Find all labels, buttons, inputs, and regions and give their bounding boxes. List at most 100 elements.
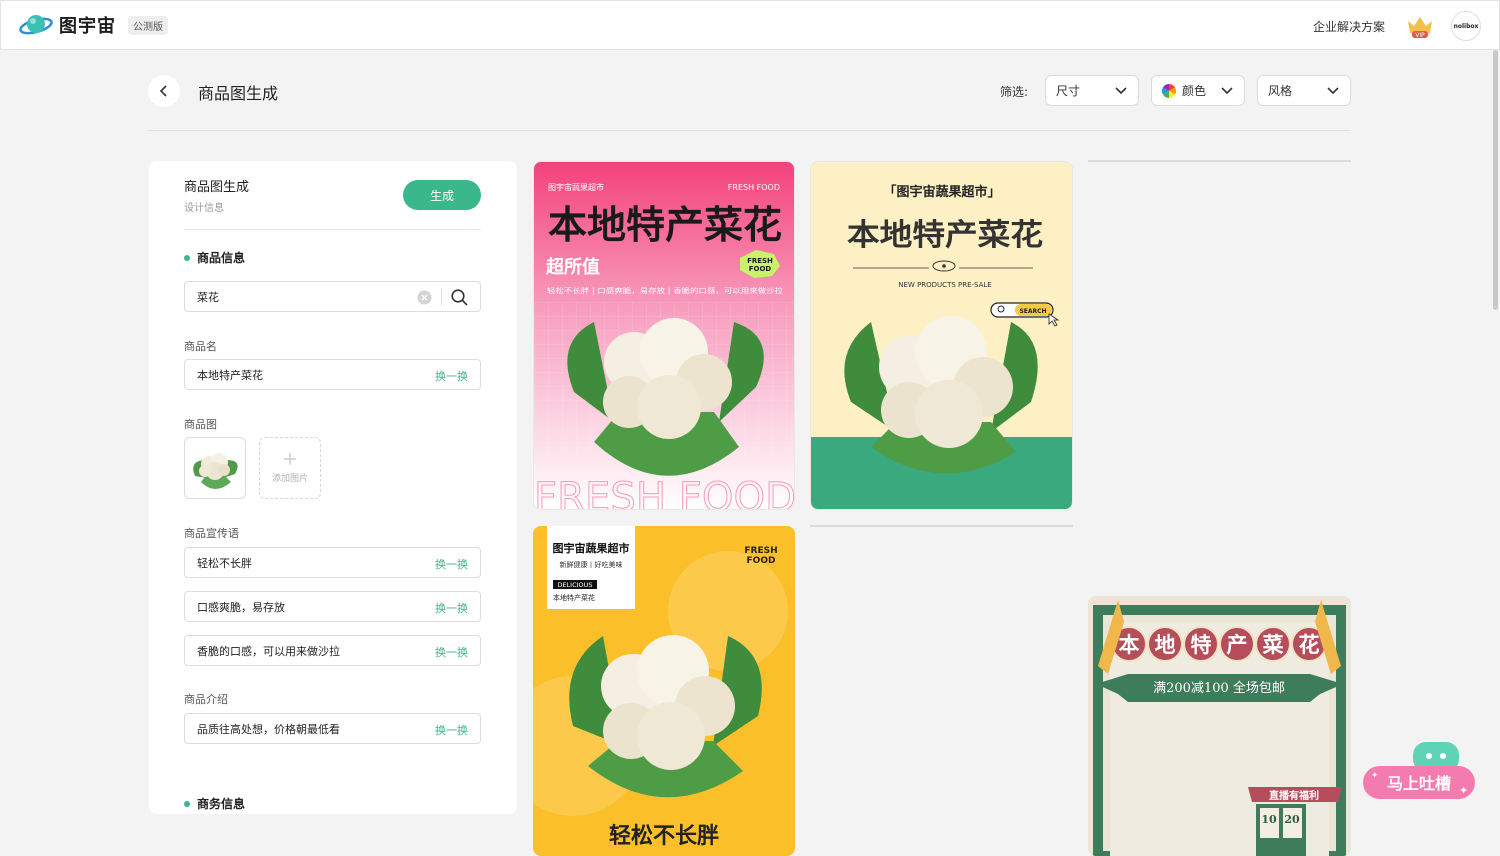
slogan-label: 商品宣传语 <box>184 527 239 540</box>
intro-value: 品质往高处想，价格朝最低看 <box>197 722 340 736</box>
cauliflower-thumbnail-icon <box>193 453 238 489</box>
slogan-field-3[interactable]: 香脆的口感，可以用来做沙拉 换一换 <box>184 635 481 666</box>
svg-text:FRESH: FRESH <box>747 257 773 265</box>
swap-button[interactable]: 换一换 <box>435 600 468 616</box>
card1-sub: 超所值 <box>546 256 600 278</box>
card1-watermark: FRESH FOOD <box>534 475 795 510</box>
swap-button[interactable]: 换一换 <box>435 644 468 660</box>
app-name: 图宇宙 <box>59 16 116 37</box>
card3-tagline: 新鲜健康丨好吃美味 <box>560 560 623 569</box>
clear-icon[interactable] <box>417 290 432 305</box>
panel-subtitle: 设计信息 <box>184 203 224 214</box>
pink-poster: 图宇宙蔬果超市 FRESH FOOD 本地特产菜花 超所值 FRESH FOOD… <box>534 162 795 510</box>
color-filter-select[interactable]: 颜色 <box>1151 75 1245 106</box>
product-search-input[interactable]: 菜花 <box>184 281 481 312</box>
beta-badge: 公测版 <box>128 15 168 35</box>
header-divider <box>148 130 1351 131</box>
generate-button[interactable]: 生成 <box>403 180 481 210</box>
festive-poster: 本 地 特 产 菜 花 满200减100 全场包邮 直播有福利 10 20 <box>1088 596 1351 856</box>
yellow-poster: 图宇宙蔬果超市 新鲜健康丨好吃美味 DELICIOUS 本地特产菜花 FRESH… <box>533 526 795 856</box>
title-char: 特 <box>1191 632 1212 657</box>
product-name-field[interactable]: 本地特产菜花 换一换 <box>184 359 481 390</box>
vip-crown-icon[interactable]: VIP <box>1405 13 1435 39</box>
feedback-button[interactable]: ✦ ✦ 马上吐槽 <box>1363 742 1475 800</box>
title-char: 菜 <box>1262 632 1284 657</box>
card1-desc: 轻松不长胖 | 口感爽脆，易存放 | 香脆的口感，可以用来做沙拉 <box>547 286 783 295</box>
svg-text:FOOD: FOOD <box>747 556 776 566</box>
chevron-down-icon <box>1327 87 1339 95</box>
slogan-field-1[interactable]: 轻松不长胖 换一换 <box>184 547 481 578</box>
feedback-mascot-icon: ✦ ✦ 马上吐槽 <box>1363 742 1475 799</box>
title-char: 地 <box>1155 632 1176 657</box>
swap-button[interactable]: 换一换 <box>435 722 468 738</box>
card2-presale: NEW PRODUCTS PRE-SALE <box>898 281 991 289</box>
loading-placeholder-line <box>810 525 1073 527</box>
section-dot <box>184 254 190 261</box>
color-filter-label: 颜色 <box>1182 84 1207 98</box>
top-bar: 图宇宙 公测版 企业解决方案 VIP nolibox <box>0 0 1500 50</box>
result-card-yellow[interactable]: 图宇宙蔬果超市 新鲜健康丨好吃美味 DELICIOUS 本地特产菜花 FRESH… <box>533 526 795 856</box>
business-info-section-title: 商务信息 <box>184 795 245 812</box>
section-dot <box>184 800 190 807</box>
enterprise-solutions-link[interactable]: 企业解决方案 <box>1313 18 1385 35</box>
chevron-down-icon <box>1115 87 1127 95</box>
vip-label: VIP <box>1415 32 1425 39</box>
card4-banner: 满200减100 全场包邮 <box>1153 680 1285 696</box>
cauliflower-image <box>569 635 762 798</box>
style-filter-select[interactable]: 风格 <box>1257 75 1351 106</box>
intro-label: 商品介绍 <box>184 693 228 706</box>
title-char: 产 <box>1227 632 1248 657</box>
card2-store: 「图宇宙蔬果超市」 <box>883 184 1000 200</box>
card1-tag: FRESH FOOD <box>728 183 780 192</box>
style-filter-label: 风格 <box>1268 84 1293 98</box>
filter-label: 筛选: <box>1000 85 1029 99</box>
search-separator <box>441 288 442 306</box>
result-card-cream[interactable]: 「图宇宙蔬果超市」 本地特产菜花 NEW PRODUCTS PRE-SALE S… <box>810 161 1073 510</box>
result-card-festive[interactable]: 本 地 特 产 菜 花 满200减100 全场包邮 直播有福利 10 20 <box>1088 596 1351 856</box>
card2-headline: 本地特产菜花 <box>847 218 1043 253</box>
plus-icon <box>284 452 296 465</box>
card3-product: 本地特产菜花 <box>553 593 595 602</box>
panel-title: 商品图生成 <box>184 180 250 195</box>
calendar-date: 10 <box>1261 813 1277 826</box>
card4-live: 直播有福利 <box>1269 789 1319 802</box>
slogan-value: 香脆的口感，可以用来做沙拉 <box>197 644 340 658</box>
search-icon[interactable] <box>451 289 468 306</box>
business-info-title: 商务信息 <box>197 797 246 811</box>
svg-text:✦: ✦ <box>1459 784 1468 797</box>
product-info-title: 商品信息 <box>197 251 246 265</box>
back-button[interactable] <box>148 75 180 107</box>
color-wheel-icon <box>1162 83 1176 98</box>
planet-logo-icon <box>19 15 53 35</box>
calendar-date: 20 <box>1284 813 1300 826</box>
add-image-label: 添加图片 <box>271 473 308 484</box>
card3-headline: 轻松不长胖 <box>609 823 719 849</box>
search-value: 菜花 <box>197 290 219 304</box>
product-image-thumbnail[interactable] <box>184 437 246 499</box>
intro-field[interactable]: 品质往高处想，价格朝最低看 换一换 <box>184 713 481 744</box>
card1-store: 图宇宙蔬果超市 <box>548 182 604 192</box>
chevron-down-icon <box>1221 87 1233 95</box>
swap-button[interactable]: 换一换 <box>435 556 468 572</box>
title-char: 本 <box>1119 632 1140 657</box>
product-image-label: 商品图 <box>184 418 217 431</box>
user-avatar[interactable]: nolibox <box>1451 11 1481 41</box>
slogan-value: 轻松不长胖 <box>197 556 252 570</box>
panel-divider <box>184 229 481 230</box>
swap-button[interactable]: 换一换 <box>435 368 468 384</box>
slogan-field-2[interactable]: 口感爽脆，易存放 换一换 <box>184 591 481 622</box>
product-name-label: 商品名 <box>184 340 217 353</box>
svg-text:FRESH: FRESH <box>744 546 777 556</box>
add-image-button[interactable]: 添加图片 <box>259 437 321 499</box>
design-info-panel: 商品图生成 设计信息 生成 商品信息 菜花 商品名 本地特产菜花 换一换 商品图… <box>149 161 517 814</box>
card2-search: SEARCH <box>1019 308 1046 315</box>
size-filter-select[interactable]: 尺寸 <box>1045 75 1139 106</box>
slogan-value: 口感爽脆，易存放 <box>197 600 285 614</box>
product-info-section-title: 商品信息 <box>184 249 245 266</box>
logo[interactable]: 图宇宙 公测版 <box>19 12 168 38</box>
title-char: 花 <box>1299 632 1320 657</box>
page-scrollbar[interactable] <box>1493 50 1498 310</box>
chevron-left-icon <box>159 85 167 97</box>
result-card-pink[interactable]: 图宇宙蔬果超市 FRESH FOOD 本地特产菜花 超所值 FRESH FOOD… <box>533 161 795 510</box>
svg-text:FOOD: FOOD <box>749 265 772 273</box>
